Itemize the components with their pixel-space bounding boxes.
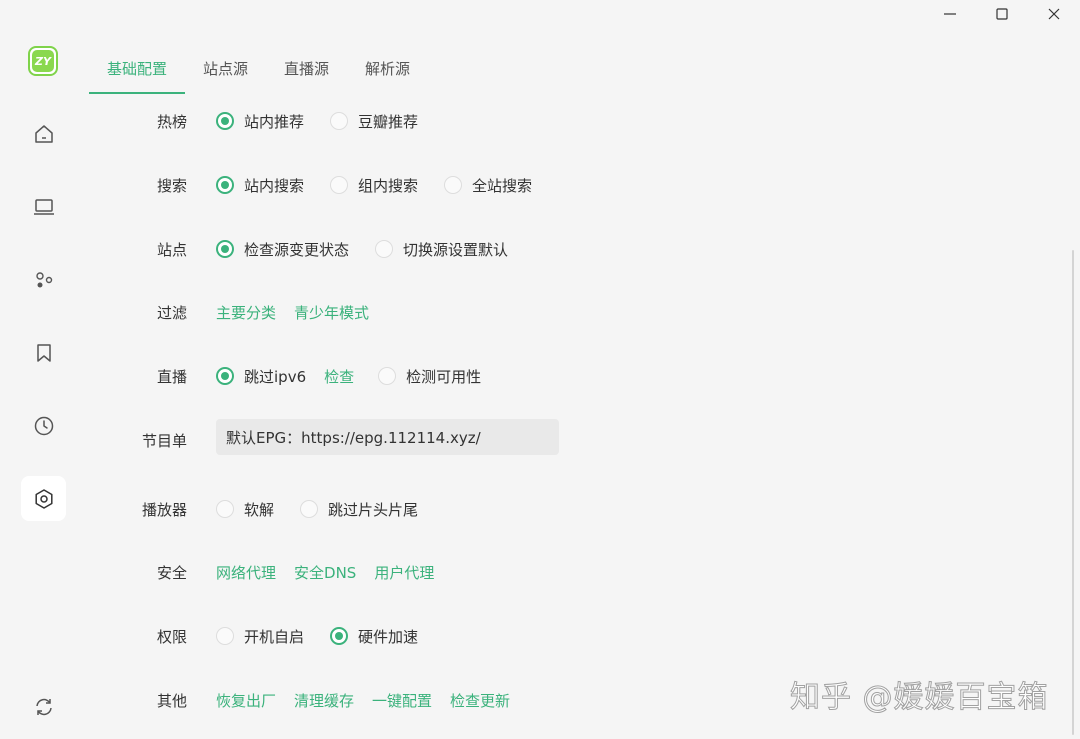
setting-label: 直播 [156, 367, 187, 386]
radio-checked[interactable] [216, 176, 234, 194]
radio-label: 检查源变更状态 [244, 240, 350, 259]
radio-label: 切换源设置默认 [403, 240, 509, 259]
setting-label: 节目单 [141, 431, 187, 450]
radio-label: 站内推荐 [244, 112, 305, 131]
setting-row-search: 搜索 站内搜索 组内搜索 全站搜索 [0, 170, 1080, 200]
radio-option[interactable]: 开机自启 [216, 626, 304, 647]
radio-label: 检测可用性 [406, 367, 482, 386]
radio-option[interactable]: 跳过ipv6 [216, 366, 306, 387]
tab-label: 站点源 [203, 59, 249, 78]
radio-option[interactable]: 软解 [216, 499, 274, 520]
setting-row-live: 直播 跳过ipv6 检查 检测可用性 [0, 361, 1080, 391]
radio-unchecked[interactable] [300, 500, 319, 518]
radio-option[interactable]: 站内搜索 [216, 175, 304, 196]
radio-label: 软解 [244, 500, 275, 519]
tab-basic-config[interactable]: 基础配置 [89, 42, 186, 94]
window-controls [924, 0, 1080, 28]
radio-option[interactable]: 全站搜索 [444, 175, 532, 196]
tab-bar: 基础配置 站点源 直播源 解析源 [89, 42, 428, 94]
setting-row-hot: 热榜 站内推荐 豆瓣推荐 [0, 106, 1080, 136]
maximize-icon [996, 8, 1008, 20]
epg-value: 默认EPG：https://epg.112114.xyz/ [226, 428, 481, 447]
radio-unchecked[interactable] [216, 627, 234, 645]
radio-label: 开机自启 [244, 627, 305, 646]
maximize-button[interactable] [976, 0, 1028, 28]
radio-label: 跳过片头片尾 [328, 500, 419, 519]
link-clear-cache[interactable]: 清理缓存 [294, 690, 354, 711]
setting-row-filter: 过滤 主要分类 青少年模式 [0, 297, 1080, 327]
link-main-category[interactable]: 主要分类 [216, 302, 276, 323]
radio-unchecked[interactable] [378, 367, 397, 385]
radio-checked[interactable] [216, 240, 234, 258]
radio-option[interactable]: 检查源变更状态 [216, 239, 349, 260]
link-check-update[interactable]: 检查更新 [450, 690, 510, 711]
radio-label: 组内搜索 [358, 176, 419, 195]
setting-row-security: 安全 网络代理 安全DNS 用户代理 [0, 557, 1080, 587]
radio-unchecked[interactable] [330, 176, 349, 194]
radio-unchecked[interactable] [375, 240, 394, 258]
radio-checked[interactable] [216, 112, 234, 130]
radio-option[interactable]: 豆瓣推荐 [330, 111, 418, 132]
setting-label: 过滤 [156, 303, 187, 322]
link-user-agent[interactable]: 用户代理 [374, 562, 434, 583]
dots-icon [35, 271, 52, 287]
radio-unchecked[interactable] [330, 112, 349, 130]
setting-label: 搜索 [156, 176, 187, 195]
tab-parse-source[interactable]: 解析源 [347, 42, 428, 94]
epg-input[interactable]: 默认EPG：https://epg.112114.xyz/ [216, 419, 559, 455]
radio-unchecked[interactable] [216, 500, 234, 518]
minimize-icon [944, 13, 956, 15]
setting-label: 播放器 [141, 500, 187, 519]
tab-label: 基础配置 [107, 59, 168, 78]
watermark: 知乎 @媛媛百宝箱 [790, 680, 1049, 716]
tab-label: 直播源 [284, 59, 330, 78]
settings-panel: 热榜 站内推荐 豆瓣推荐 搜索 站内搜索 组内搜索 全站搜索 站点 检查源变更状… [0, 0, 1080, 739]
radio-option[interactable]: 跳过片头片尾 [300, 499, 418, 520]
scrollbar[interactable] [1072, 250, 1074, 735]
link-network-proxy[interactable]: 网络代理 [216, 562, 276, 583]
tab-label: 解析源 [365, 59, 411, 78]
setting-label: 热榜 [156, 112, 187, 131]
setting-row-permission: 权限 开机自启 硬件加速 [0, 621, 1080, 651]
radio-option[interactable]: 组内搜索 [330, 175, 418, 196]
radio-label: 全站搜索 [472, 176, 533, 195]
radio-option[interactable]: 切换源设置默认 [375, 239, 508, 260]
close-button[interactable] [1028, 0, 1080, 28]
radio-label: 跳过ipv6 [244, 367, 307, 386]
radio-unchecked[interactable] [444, 176, 463, 194]
radio-option[interactable]: 硬件加速 [330, 626, 418, 647]
link-secure-dns[interactable]: 安全DNS [294, 562, 356, 583]
logo-text: ZY [35, 54, 51, 68]
setting-label: 站点 [156, 240, 187, 259]
setting-label: 其他 [156, 691, 187, 710]
link-teen-mode[interactable]: 青少年模式 [294, 302, 369, 323]
radio-option[interactable]: 检测可用性 [378, 366, 481, 387]
setting-row-epg: 节目单 默认EPG：https://epg.112114.xyz/ [0, 419, 1080, 455]
radio-checked[interactable] [330, 627, 349, 645]
radio-label: 硬件加速 [358, 627, 419, 646]
radio-checked[interactable] [216, 367, 234, 385]
link-factory-reset[interactable]: 恢复出厂 [216, 690, 276, 711]
minimize-button[interactable] [924, 0, 976, 28]
close-icon [1048, 8, 1060, 20]
link-check[interactable]: 检查 [324, 366, 354, 387]
radio-option[interactable]: 站内推荐 [216, 111, 304, 132]
link-one-click-config[interactable]: 一键配置 [372, 690, 432, 711]
setting-label: 权限 [156, 627, 187, 646]
setting-row-player: 播放器 软解 跳过片头片尾 [0, 494, 1080, 524]
setting-row-site: 站点 检查源变更状态 切换源设置默认 [0, 234, 1080, 264]
setting-label: 安全 [156, 563, 187, 582]
tab-live-source[interactable]: 直播源 [266, 42, 347, 94]
radio-label: 站内搜索 [244, 176, 305, 195]
app-logo: ZY [28, 46, 58, 76]
radio-label: 豆瓣推荐 [358, 112, 419, 131]
tab-site-source[interactable]: 站点源 [185, 42, 266, 94]
